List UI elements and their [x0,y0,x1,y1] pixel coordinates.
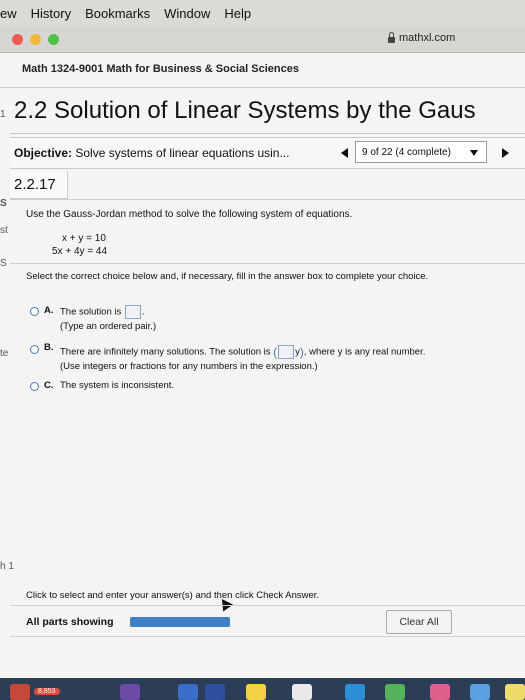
app-icon[interactable] [505,684,525,700]
app-icon[interactable] [385,684,405,700]
next-question-icon[interactable] [502,148,509,158]
choice-a-period: . [141,306,145,318]
choice-prompt: Select the correct choice below and, if … [26,271,429,282]
left-edge-fragment: te [0,348,9,359]
app-icon[interactable] [470,684,490,700]
all-parts-label: All parts showing [26,616,114,628]
objective-bar: Objective: Solve systems of linear equat… [10,137,525,169]
divider [10,263,525,264]
menu-item-window[interactable]: Window [164,6,210,21]
open-paren-symbol: ( [273,345,278,359]
close-window-button[interactable] [12,34,23,45]
question-instruction: Use the Gauss-Jordan method to solve the… [26,209,353,220]
notification-badge: 8,853 [34,688,60,695]
equation-2: 5x + 4y = 44 [52,246,108,257]
choice-b-suffix: , where y is any real number. [303,346,426,358]
question-number: 2.2.17 [10,171,68,199]
app-icon[interactable] [120,684,140,700]
footer-bar: All parts showing Clear All [10,605,525,637]
choice-b-answer-box[interactable] [278,345,295,359]
choice-a-label: The solution is [60,306,122,318]
menu-item-view[interactable]: ew [0,6,17,21]
browser-toolbar: mathxl.com [0,26,525,53]
choice-b-text: There are infinitely many solutions. The… [60,345,425,359]
menu-bar: ew History Bookmarks Window Help [0,0,525,26]
chevron-down-icon [470,150,478,156]
choice-b-label: There are infinitely many solutions. The… [60,346,271,358]
objective-text: Objective: Solve systems of linear equat… [14,146,289,160]
clear-all-button[interactable]: Clear All [386,610,452,634]
zoom-window-button[interactable] [48,34,59,45]
course-title: Math 1324-9001 Math for Business & Socia… [22,63,299,75]
choice-a-text: The solution is . [60,305,145,319]
app-icon[interactable] [345,684,365,700]
left-edge-fragment: h 1 [0,561,14,572]
window-controls [12,34,59,45]
divider [10,133,525,134]
question-progress-text: 9 of 22 (4 complete) [362,146,451,158]
footer-instruction: Click to select and enter your answer(s)… [26,590,320,601]
choice-a-letter: A. [44,305,54,316]
page-content: Math 1324-9001 Math for Business & Socia… [0,53,525,678]
choice-a-radio[interactable] [30,307,39,316]
section-title: 2.2 Solution of Linear Systems by the Ga… [14,97,476,124]
objective-label: Objective: [14,146,73,160]
choice-a-hint: (Type an ordered pair.) [60,321,157,332]
url-text: mathxl.com [399,32,456,44]
parts-progress-bar [130,617,230,627]
equation-1: x + y = 10 [62,233,106,244]
left-edge-fragment: 1 [0,109,6,120]
previous-question-icon[interactable] [341,148,348,158]
app-icon[interactable] [178,684,198,700]
objective-description: Solve systems of linear equations usin..… [72,146,290,160]
menu-item-bookmarks[interactable]: Bookmarks [85,6,150,21]
choice-c-letter: C. [44,380,54,391]
notes-app-icon[interactable] [246,684,266,700]
choice-c-text: The system is inconsistent. [60,380,175,391]
photos-app-icon[interactable] [10,684,30,700]
choice-a-answer-box[interactable] [124,305,141,319]
menu-item-history[interactable]: History [31,6,71,21]
app-icon[interactable] [430,684,450,700]
lock-icon [388,31,395,43]
choice-b-hint: (Use integers or fractions for any numbe… [60,361,318,372]
divider [0,87,525,88]
dock: 8,853 [0,678,525,700]
minimize-window-button[interactable] [30,34,41,45]
left-edge-fragment: S [0,258,7,269]
app-icon[interactable] [205,684,225,700]
left-edge-fragment: S [0,198,7,209]
question-progress-dropdown[interactable]: 9 of 22 (4 complete) [355,141,487,163]
address-bar[interactable]: mathxl.com [388,31,456,44]
choice-b-letter: B. [44,342,54,353]
choice-b-radio[interactable] [30,345,39,354]
calendar-app-icon[interactable] [292,684,312,700]
divider [10,199,525,200]
left-edge-fragment: st [0,225,8,236]
menu-item-help[interactable]: Help [224,6,251,21]
choice-c-radio[interactable] [30,382,39,391]
